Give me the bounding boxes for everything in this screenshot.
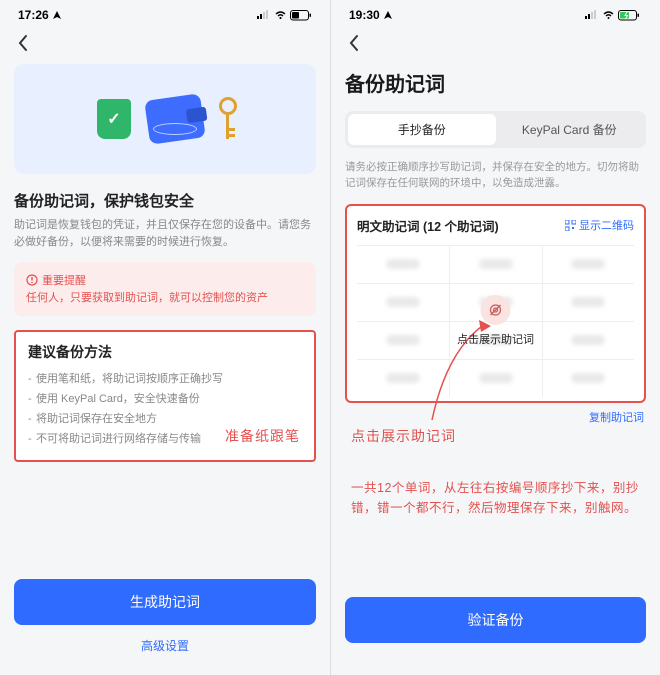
battery-icon <box>290 10 312 21</box>
verify-backup-button[interactable]: 验证备份 <box>345 597 646 643</box>
tab-manual-copy[interactable]: 手抄备份 <box>348 114 496 145</box>
mnemonic-cell <box>542 321 634 359</box>
reveal-text: 点击展示助记词 <box>457 331 534 347</box>
wifi-icon <box>274 10 287 20</box>
key-icon <box>219 97 233 141</box>
chevron-left-icon <box>348 34 360 52</box>
status-time: 17:26 <box>18 8 49 22</box>
page-heading: 备份助记词，保护钱包安全 <box>14 190 316 211</box>
tab-keypal-card[interactable]: KeyPal Card 备份 <box>496 114 644 145</box>
mnemonic-cell <box>542 283 634 321</box>
status-time: 19:30 <box>349 8 380 22</box>
reveal-mnemonic-overlay[interactable]: 点击展示助记词 <box>457 295 534 347</box>
page-title: 备份助记词 <box>345 68 646 97</box>
mnemonic-cell <box>357 321 449 359</box>
page-description: 助记词是恢复钱包的凭证，并且仅保存在您的设备中。请您务必做好备份，以便将来需要的… <box>14 217 316 250</box>
backup-warning-text: 请务必按正确顺序抄写助记词，并保存在安全的地方。切勿将助记词保存在任何联网的环境… <box>345 160 646 192</box>
mnemonic-cell <box>357 283 449 321</box>
mnemonic-cell <box>357 245 449 283</box>
important-reminder: 重要提醒 任何人，只要获取到助记词，就可以控制您的资产 <box>14 262 316 316</box>
mnemonic-cell <box>542 245 634 283</box>
warning-icon <box>26 274 38 286</box>
chevron-left-icon <box>17 34 29 52</box>
annotation-prepare-paper: 准备纸跟笔 <box>225 426 300 446</box>
location-icon <box>383 10 393 20</box>
annotation-click-reveal: 点击展示助记词 <box>351 426 456 446</box>
backup-method-tabs: 手抄备份 KeyPal Card 备份 <box>345 111 646 148</box>
wallet-icon <box>144 93 206 144</box>
alert-title-text: 重要提醒 <box>42 272 86 288</box>
mnemonic-cell <box>449 359 541 397</box>
mnemonic-cell <box>542 359 634 397</box>
show-qr-link[interactable]: 显示二维码 <box>565 217 634 233</box>
back-button[interactable] <box>343 32 365 54</box>
navbar <box>331 26 660 60</box>
screen-backup-words: 19:30 备份助记词 手抄备份 KeyPal Card 备份 请务必按正确顺序… <box>330 0 660 675</box>
mnemonic-cell <box>357 359 449 397</box>
mnemonic-panel: 明文助记词 (12 个助记词) 显示二维码 <box>345 204 646 403</box>
status-bar: 17:26 <box>0 0 330 26</box>
signal-icon <box>257 10 271 20</box>
illustration <box>14 64 316 174</box>
alert-body: 任何人，只要获取到助记词，就可以控制您的资产 <box>26 291 304 306</box>
eye-off-icon <box>481 295 511 325</box>
mnemonic-title: 明文助记词 (12 个助记词) <box>357 216 499 235</box>
shield-icon <box>97 99 131 139</box>
screen-backup-intro: 17:26 备份助记词，保护钱包安全 <box>0 0 330 675</box>
method-item: 使用 KeyPal Card，安全快速备份 <box>28 390 302 410</box>
back-button[interactable] <box>12 32 34 54</box>
generate-mnemonic-button[interactable]: 生成助记词 <box>14 579 316 625</box>
wifi-icon <box>602 10 615 20</box>
qr-icon <box>565 220 576 231</box>
annotation-instructions: 一共12个单词，从左往右按编号顺序抄下来，别抄错，错一个都不行，然后物理保存下来… <box>351 478 640 518</box>
mnemonic-grid[interactable]: 点击展示助记词 <box>357 245 634 397</box>
navbar <box>0 26 330 60</box>
copy-mnemonic-link[interactable]: 复制助记词 <box>345 409 646 425</box>
battery-charging-icon <box>618 10 642 21</box>
signal-icon <box>585 10 599 20</box>
mnemonic-cell <box>449 245 541 283</box>
location-icon <box>52 10 62 20</box>
methods-heading: 建议备份方法 <box>28 342 302 362</box>
method-item: 使用笔和纸，将助记词按顺序正确抄写 <box>28 370 302 390</box>
advanced-settings-link[interactable]: 高级设置 <box>141 637 189 654</box>
status-bar: 19:30 <box>331 0 660 26</box>
